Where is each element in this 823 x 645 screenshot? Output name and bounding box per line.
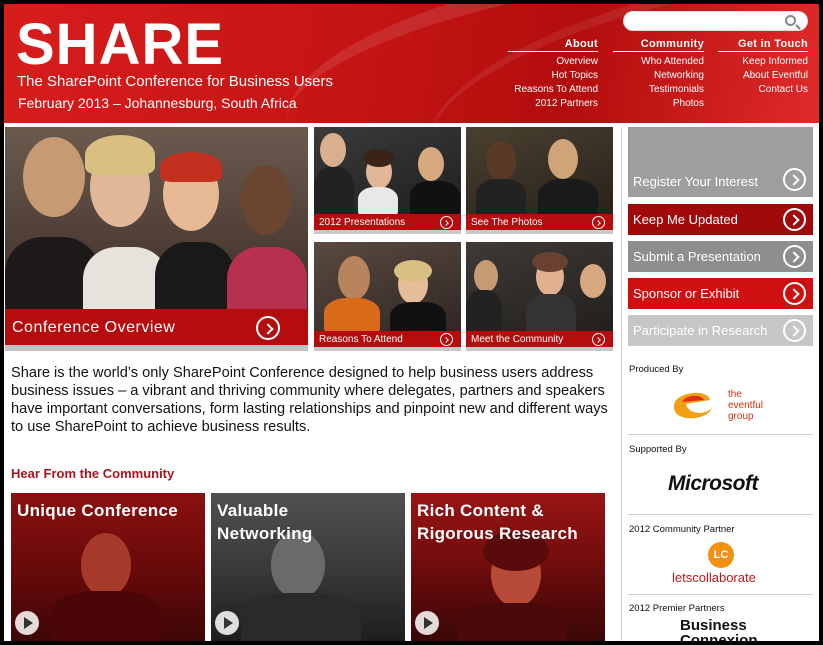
sidebar-divider	[621, 127, 622, 641]
eventful-group-logo[interactable]: the eventful group	[668, 384, 778, 424]
business-connexion-line-1: Business	[680, 617, 747, 634]
arrow-circle-icon	[783, 208, 806, 231]
microsoft-logo[interactable]: Microsoft	[668, 472, 759, 496]
reasons-tile[interactable]: Reasons To Attend	[314, 242, 461, 351]
event-dateline: February 2013 – Johannesburg, South Afri…	[18, 95, 297, 111]
eventful-line-1: the	[728, 389, 742, 400]
participate-research-label: Participate in Research	[633, 323, 768, 338]
nav-link-who-attended[interactable]: Who Attended	[613, 55, 704, 69]
keep-me-updated-label: Keep Me Updated	[633, 212, 738, 227]
arrow-circle-icon[interactable]	[440, 216, 453, 229]
page-frame: SHARE The SharePoint Conference for Busi…	[4, 4, 819, 641]
video-title: Valuable Networking	[217, 501, 313, 543]
nav-about-title[interactable]: About	[508, 38, 598, 52]
nav-link-networking[interactable]: Networking	[613, 69, 704, 83]
register-interest-label: Register Your Interest	[633, 174, 759, 189]
photos-tile[interactable]: See The Photos	[466, 127, 613, 234]
play-icon[interactable]	[215, 611, 239, 635]
business-connexion-line-2: Connexion	[680, 632, 758, 641]
nav-community-title[interactable]: Community	[613, 38, 704, 52]
eventful-line-2: eventful	[728, 400, 764, 411]
photos-bar: See The Photos	[466, 214, 613, 234]
presentations-label: 2012 Presentations	[319, 217, 406, 228]
conference-overview-label: Conference Overview	[12, 319, 176, 336]
arrow-circle-icon[interactable]	[592, 333, 605, 346]
community-partner-label: 2012 Community Partner	[629, 524, 735, 535]
business-connexion-logo[interactable]: Business Connexion	[680, 618, 758, 641]
play-icon[interactable]	[15, 611, 39, 635]
photos-label: See The Photos	[471, 217, 543, 228]
play-icon[interactable]	[415, 611, 439, 635]
video-title: Unique Conference	[17, 501, 178, 520]
eventful-line-3: group	[728, 411, 754, 422]
conference-overview-bar: Conference Overview	[5, 309, 308, 351]
eventful-e-icon	[673, 392, 712, 419]
nav-community: Community Who Attended Networking Testim…	[613, 38, 704, 111]
share-logo[interactable]: SHARE	[16, 16, 224, 74]
search-box	[623, 11, 808, 33]
arrow-circle-icon[interactable]	[256, 316, 280, 340]
sponsor-divider	[628, 434, 813, 435]
nav-get-in-touch: Get in Touch Keep Informed About Eventfu…	[718, 38, 808, 97]
sponsor-exhibit-label: Sponsor or Exhibit	[633, 286, 740, 301]
nav-link-hot-topics[interactable]: Hot Topics	[508, 69, 598, 83]
letscollaborate-logo[interactable]: LC letscollaborate	[668, 542, 778, 590]
sponsor-exhibit-button[interactable]: Sponsor or Exhibit	[628, 278, 813, 309]
produced-by-label: Produced By	[629, 364, 684, 375]
nav-get-in-touch-title[interactable]: Get in Touch	[718, 38, 808, 52]
video-unique-conference[interactable]: Unique Conference	[11, 493, 205, 641]
search-input[interactable]	[634, 15, 784, 33]
hear-from-community-heading: Hear From the Community	[11, 466, 175, 481]
arrow-circle-icon[interactable]	[440, 333, 453, 346]
nav-link-contact-us[interactable]: Contact Us	[718, 83, 808, 97]
letscollaborate-wordmark: letscollaborate	[672, 570, 756, 585]
nav-link-keep-informed[interactable]: Keep Informed	[718, 55, 808, 69]
nav-about: About Overview Hot Topics Reasons To Att…	[508, 38, 598, 111]
community-bar: Meet the Community	[466, 331, 613, 351]
keep-me-updated-button[interactable]: Keep Me Updated	[628, 204, 813, 235]
conference-overview-tile[interactable]: Conference Overview	[5, 127, 308, 351]
community-tile[interactable]: Meet the Community	[466, 242, 613, 351]
reasons-label: Reasons To Attend	[319, 334, 403, 345]
nav-link-reasons-to-attend[interactable]: Reasons To Attend	[508, 83, 598, 97]
participate-research-button[interactable]: Participate in Research	[628, 315, 813, 346]
nav-link-about-eventful[interactable]: About Eventful	[718, 69, 808, 83]
lc-badge-icon: LC	[708, 542, 734, 568]
register-interest-button[interactable]: Register Your Interest	[628, 127, 813, 197]
submit-presentation-label: Submit a Presentation	[633, 249, 761, 264]
site-tagline: The SharePoint Conference for Business U…	[17, 73, 333, 90]
premier-partners-label: 2012 Premier Partners	[629, 603, 725, 614]
arrow-circle-icon	[783, 168, 806, 191]
nav-link-2012-partners[interactable]: 2012 Partners	[508, 97, 598, 111]
site-header: SHARE The SharePoint Conference for Busi…	[4, 4, 819, 123]
sponsor-divider	[628, 514, 813, 515]
arrow-circle-icon[interactable]	[592, 216, 605, 229]
video-rich-content[interactable]: Rich Content & Rigorous Research	[411, 493, 605, 641]
intro-paragraph: Share is the world’s only SharePoint Con…	[11, 365, 608, 435]
nav-link-overview[interactable]: Overview	[508, 55, 598, 69]
arrow-circle-icon	[783, 282, 806, 305]
submit-presentation-button[interactable]: Submit a Presentation	[628, 241, 813, 272]
arrow-circle-icon	[783, 319, 806, 342]
presentations-bar: 2012 Presentations	[314, 214, 461, 234]
presentations-tile[interactable]: 2012 Presentations	[314, 127, 461, 234]
nav-link-testimonials[interactable]: Testimonials	[613, 83, 704, 97]
video-valuable-networking[interactable]: Valuable Networking	[211, 493, 405, 641]
arrow-circle-icon	[783, 245, 806, 268]
nav-link-photos[interactable]: Photos	[613, 97, 704, 111]
community-label: Meet the Community	[471, 334, 564, 345]
video-title: Rich Content & Rigorous Research	[417, 501, 578, 543]
sponsor-divider	[628, 594, 813, 595]
supported-by-label: Supported By	[629, 444, 687, 455]
search-icon[interactable]	[785, 15, 796, 26]
reasons-bar: Reasons To Attend	[314, 331, 461, 351]
